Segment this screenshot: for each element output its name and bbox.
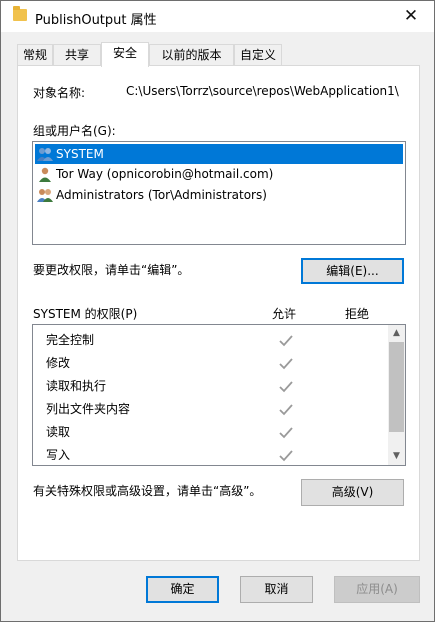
permission-row: 列出文件夹内容: [33, 398, 388, 421]
user-item-tor-way[interactable]: Tor Way (opnicorobin@hotmail.com): [35, 164, 403, 184]
permission-row: 完全控制: [33, 329, 388, 352]
tab-sharing[interactable]: 共享: [53, 44, 101, 65]
group-user-label: 组或用户名(G):: [33, 124, 116, 138]
check-icon: [279, 404, 293, 416]
tab-previous-versions[interactable]: 以前的版本: [149, 44, 234, 65]
advanced-hint-text: 有关特殊权限或高级设置，请单击“高级”。: [33, 484, 262, 498]
close-button[interactable]: ✕: [388, 1, 434, 32]
permission-row: 读取: [33, 421, 388, 444]
scroll-up-icon[interactable]: ▲: [388, 325, 405, 342]
user-name: Tor Way (opnicorobin@hotmail.com): [56, 167, 274, 181]
check-icon: [279, 427, 293, 439]
title-bar: PublishOutput 属性 ✕: [1, 1, 434, 32]
security-panel: 对象名称: C:\Users\Torrz\source\repos\WebApp…: [17, 65, 420, 561]
cancel-button[interactable]: 取消: [240, 576, 313, 603]
users-group-icon: [37, 189, 53, 202]
scroll-down-icon[interactable]: ▼: [388, 448, 405, 465]
ok-button[interactable]: 确定: [146, 576, 219, 603]
permission-row: 修改: [33, 352, 388, 375]
window-title: PublishOutput 属性: [35, 13, 157, 28]
permission-name: 修改: [46, 356, 71, 370]
deny-column-header: 拒绝: [345, 307, 370, 321]
check-icon: [279, 381, 293, 393]
tab-general[interactable]: 常规: [17, 44, 53, 65]
permissions-list[interactable]: 完全控制 修改 读取和执行 列出文件夹内容 读取 写入 ▲ ▼: [32, 324, 406, 466]
check-icon: [279, 450, 293, 462]
tab-security[interactable]: 安全: [101, 42, 149, 67]
user-name: SYSTEM: [56, 147, 104, 161]
folder-icon: [13, 6, 27, 21]
permission-row: 读取和执行: [33, 375, 388, 398]
object-name-value: C:\Users\Torrz\source\repos\WebApplicati…: [126, 84, 399, 98]
user-item-administrators[interactable]: Administrators (Tor\Administrators): [35, 185, 403, 205]
permissions-scrollbar[interactable]: ▲ ▼: [388, 325, 405, 465]
apply-button[interactable]: 应用(A): [334, 576, 420, 603]
users-group-icon: [37, 148, 53, 161]
edit-hint-text: 要更改权限，请单击“编辑”。: [33, 263, 190, 277]
advanced-button[interactable]: 高级(V): [301, 479, 404, 506]
allow-column-header: 允许: [272, 307, 297, 321]
permission-row: 写入: [33, 444, 388, 465]
dialog-footer: 确定 取消 应用(A): [1, 561, 434, 621]
check-icon: [279, 358, 293, 370]
user-icon: [39, 167, 51, 182]
permission-name: 读取: [46, 425, 71, 439]
permissions-label: SYSTEM 的权限(P): [33, 307, 138, 321]
scroll-thumb[interactable]: [389, 342, 404, 432]
user-item-system[interactable]: SYSTEM: [35, 144, 403, 164]
permission-name: 读取和执行: [46, 379, 107, 393]
check-icon: [279, 335, 293, 347]
user-list[interactable]: SYSTEM Tor Way (opnicorobin@hotmail.com)…: [32, 141, 406, 245]
properties-dialog: PublishOutput 属性 ✕ 常规 共享 安全 以前的版本 自定义 对象…: [0, 0, 435, 622]
user-name: Administrators (Tor\Administrators): [56, 188, 267, 202]
tab-customize[interactable]: 自定义: [234, 44, 282, 65]
object-name-label: 对象名称:: [33, 86, 86, 100]
permission-name: 列出文件夹内容: [46, 402, 131, 416]
edit-button[interactable]: 编辑(E)...: [301, 258, 404, 284]
permission-name: 完全控制: [46, 333, 95, 347]
permission-name: 写入: [46, 448, 71, 462]
